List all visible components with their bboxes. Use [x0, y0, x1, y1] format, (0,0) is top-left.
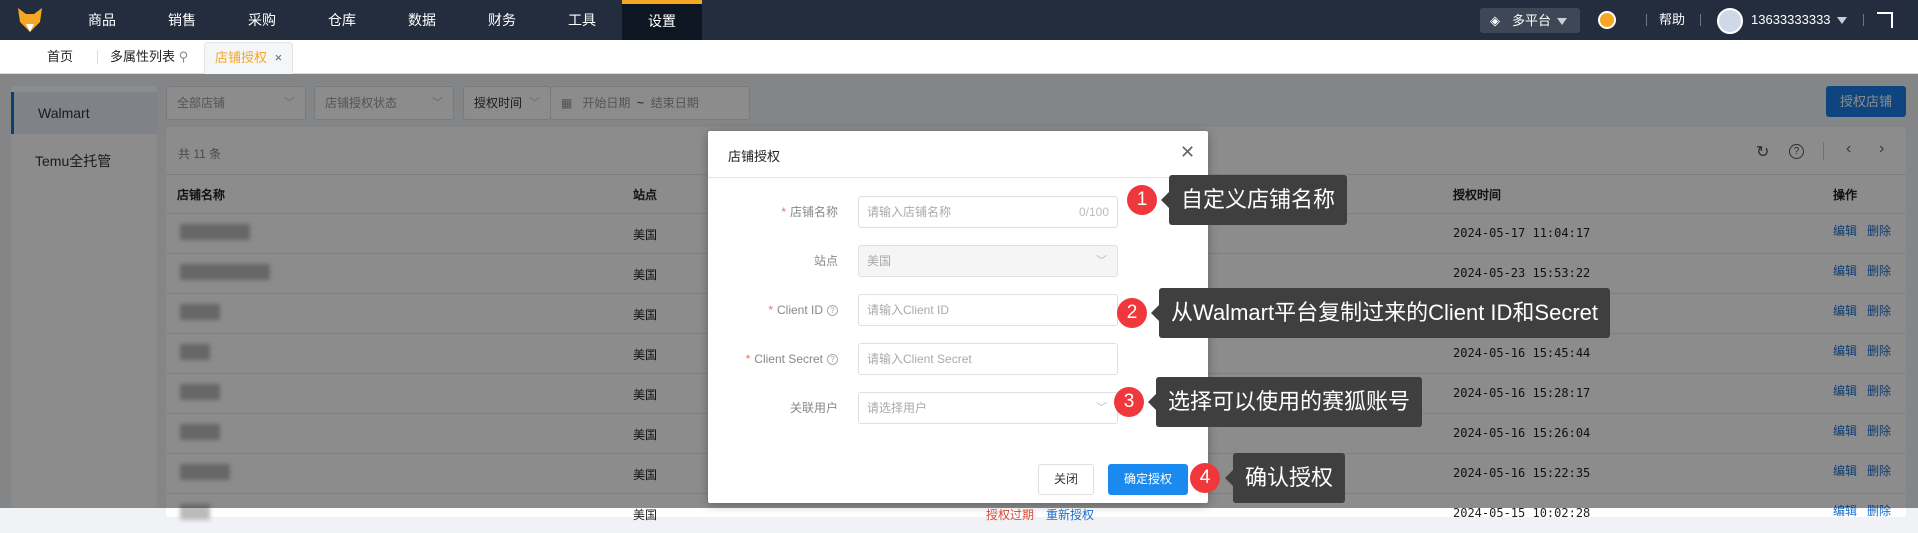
annotation-tooltip: 确认授权	[1224, 453, 1346, 503]
tab-multi-attribute-list[interactable]: 多属性列表 ⚲	[110, 40, 188, 74]
question-icon[interactable]: ?	[827, 305, 838, 317]
step-badge: 2	[1117, 298, 1147, 328]
chevron-down-icon: ﹀	[1096, 255, 1107, 267]
nav-data[interactable]: 数据	[382, 0, 462, 40]
dialog-title: 店铺授权	[728, 149, 781, 164]
platform-switcher[interactable]: ◈ 多平台	[1480, 8, 1580, 33]
annotation-tooltip: 选择可以使用的赛狐账号	[1147, 377, 1423, 427]
site-value: 美国	[867, 254, 892, 268]
auth-time-cell: 2024-05-15 10:02:28	[1453, 506, 1591, 520]
nav-warehouse[interactable]: 仓库	[302, 0, 382, 40]
placeholder: 请输入店铺名称	[867, 205, 952, 219]
tab-label: 多属性列表	[110, 49, 176, 64]
caret-down-icon	[1557, 18, 1568, 26]
layers-icon: ◈	[1490, 13, 1500, 28]
fullscreen-icon[interactable]	[1877, 12, 1893, 28]
help-link[interactable]: 帮助	[1659, 0, 1685, 40]
tab-home[interactable]: 首页	[47, 40, 73, 74]
nav-tools[interactable]: 工具	[542, 0, 622, 40]
placeholder: 请输入Client Secret	[867, 352, 972, 366]
tab-label: 店铺授权	[215, 50, 268, 65]
linked-user-label: 关联用户	[789, 401, 838, 415]
nav-finance[interactable]: 财务	[462, 0, 542, 40]
linked-user-select[interactable]: 请选择用户 ﹀	[858, 392, 1118, 424]
user-menu[interactable]: 13633333333	[1751, 0, 1847, 40]
fox-logo-icon[interactable]	[16, 6, 44, 34]
step-badge: 4	[1190, 463, 1220, 493]
site-label: 站点	[813, 254, 838, 268]
caret-down-icon	[1836, 17, 1847, 25]
close-icon[interactable]: ✕	[1180, 142, 1195, 163]
divider	[1700, 14, 1701, 26]
confirm-authorization-button[interactable]: 确定授权	[1108, 464, 1188, 495]
top-navigation: 商品 销售 采购 仓库 数据 财务 工具 设置 ◈ 多平台 帮助 13633333…	[0, 0, 1918, 40]
tab-store-authorization[interactable]: 店铺授权 ×	[204, 42, 294, 74]
client-secret-label: * Client Secret?	[708, 343, 838, 375]
status-badge: 授权过期	[986, 508, 1035, 522]
step-badge: 3	[1114, 387, 1144, 417]
dialog-header	[708, 131, 1208, 178]
nav-purchase[interactable]: 采购	[222, 0, 302, 40]
platform-label: 多平台	[1512, 13, 1552, 28]
divider	[1863, 14, 1864, 26]
customer-support-icon[interactable]	[1598, 11, 1616, 29]
store-name-label: * 店铺名称	[781, 205, 838, 219]
client-id-label: * Client ID?	[708, 294, 838, 326]
placeholder: 请选择用户	[867, 401, 928, 415]
char-count: 0/100	[1078, 205, 1109, 219]
chevron-down-icon: ﹀	[1096, 402, 1107, 414]
divider	[97, 50, 98, 64]
close-icon[interactable]: ×	[275, 50, 283, 65]
nav-sales[interactable]: 销售	[142, 0, 222, 40]
site-cell: 美国	[633, 508, 658, 522]
tab-bar: 首页 多属性列表 ⚲ 店铺授权 ×	[0, 40, 1918, 74]
client-secret-input[interactable]: 请输入Client Secret	[858, 343, 1118, 375]
step-badge: 1	[1127, 185, 1157, 215]
question-icon[interactable]: ?	[827, 354, 838, 366]
annotation-tooltip: 从Walmart平台复制过来的Client ID和Secret	[1150, 288, 1611, 338]
nav-settings[interactable]: 设置	[622, 0, 702, 40]
close-button[interactable]: 关闭	[1038, 464, 1094, 495]
user-phone: 13633333333	[1751, 12, 1831, 27]
site-select: 美国 ﹀	[858, 245, 1118, 277]
client-id-input[interactable]: 请输入Client ID	[858, 294, 1118, 326]
store-name-input[interactable]: 请输入店铺名称 0/100	[858, 196, 1118, 228]
pin-icon[interactable]: ⚲	[179, 49, 189, 64]
placeholder: 请输入Client ID	[867, 303, 950, 317]
reauthorize-link[interactable]: 重新授权	[1046, 506, 1094, 523]
nav-products[interactable]: 商品	[62, 0, 142, 40]
divider	[1646, 14, 1647, 26]
avatar[interactable]	[1717, 8, 1743, 34]
annotation-tooltip: 自定义店铺名称	[1160, 175, 1348, 225]
